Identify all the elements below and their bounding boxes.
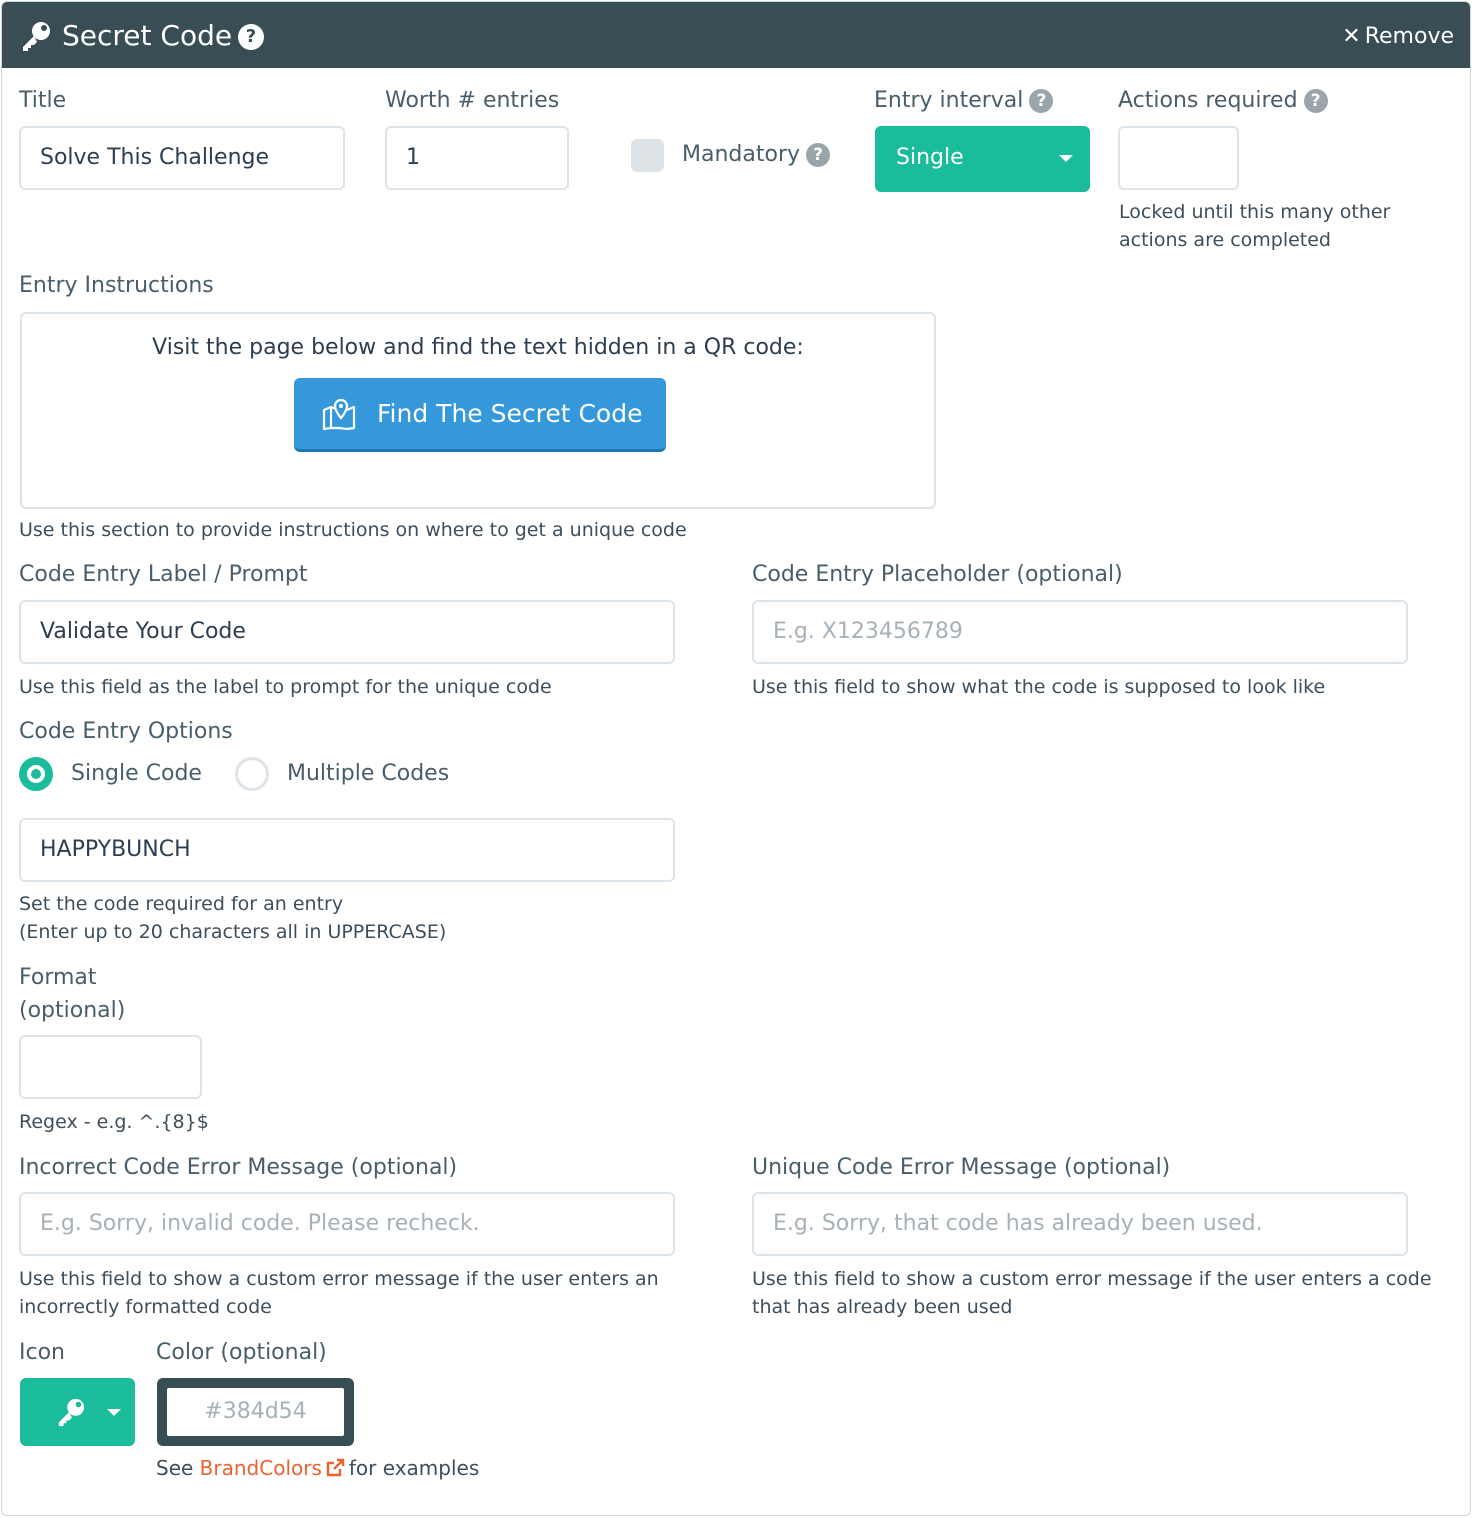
multiple-codes-label[interactable]: Multiple Codes	[287, 759, 449, 789]
chevron-down-icon	[1059, 155, 1073, 162]
instructions-text: Visit the page below and find the text h…	[152, 335, 804, 360]
find-secret-code-button[interactable]: Find The Secret Code	[294, 378, 666, 452]
title-input[interactable]: Solve This Challenge	[19, 126, 345, 190]
secret-code-panel: Secret Code ? ✕ Remove Title Solve This C…	[1, 1, 1471, 1516]
code-entry-options-title: Code Entry Options	[19, 719, 233, 744]
secret-code-hint-2: (Enter up to 20 characters all in UPPERC…	[19, 921, 447, 943]
key-icon	[23, 22, 50, 51]
worth-input[interactable]: 1	[385, 126, 569, 190]
worth-label: Worth # entries	[385, 88, 560, 113]
multiple-codes-radio[interactable]	[235, 757, 269, 791]
entry-interval-select[interactable]: Single	[875, 126, 1090, 192]
actions-required-input[interactable]	[1118, 126, 1239, 190]
unique-code-error-title: Unique Code Error Message (optional)	[752, 1155, 1171, 1180]
chevron-down-icon	[107, 1409, 121, 1416]
unique-code-error-input[interactable]: E.g. Sorry, that code has already been u…	[752, 1192, 1408, 1256]
entry-interval-value: Single	[896, 145, 964, 170]
see-suffix: for examples	[348, 1456, 480, 1480]
code-entry-placeholder-input[interactable]: E.g. X123456789	[752, 600, 1408, 664]
panel-header: Secret Code ? ✕ Remove	[2, 2, 1470, 68]
unique-code-error-hint: Use this field to show a custom error me…	[752, 1268, 1432, 1318]
entry-instructions-label: Entry Instructions	[19, 273, 214, 298]
panel-title: Secret Code	[62, 19, 233, 52]
actions-required-label-text: Actions required	[1118, 88, 1298, 113]
secret-code-input[interactable]: HAPPYBUNCH	[19, 818, 675, 882]
entry-interval-label-text: Entry interval	[874, 88, 1024, 113]
code-entry-label-hint: Use this field as the label to prompt fo…	[19, 676, 552, 698]
entry-instructions-editor[interactable]: Visit the page below and find the text h…	[20, 312, 936, 509]
code-entry-placeholder-title: Code Entry Placeholder (optional)	[752, 562, 1123, 587]
remove-button[interactable]: ✕ Remove	[1342, 22, 1454, 52]
color-input[interactable]: #384d54	[167, 1388, 344, 1436]
entry-interval-label: Entry interval?	[874, 86, 1054, 116]
single-code-label[interactable]: Single Code	[71, 759, 202, 789]
incorrect-code-error-input[interactable]: E.g. Sorry, invalid code. Please recheck…	[19, 1192, 675, 1256]
entry-instructions-hint: Use this section to provide instructions…	[19, 519, 687, 541]
code-entry-placeholder-hint: Use this field to show what the code is …	[752, 676, 1326, 698]
mandatory-help-icon[interactable]: ?	[806, 143, 831, 167]
find-secret-code-label: Find The Secret Code	[377, 399, 643, 428]
actions-required-help-icon[interactable]: ?	[1303, 89, 1328, 113]
actions-required-hint: Locked until this many other actions are…	[1119, 201, 1391, 251]
key-icon	[58, 1398, 85, 1427]
icon-picker-button[interactable]	[20, 1378, 135, 1446]
code-entry-label-title: Code Entry Label / Prompt	[19, 562, 308, 587]
external-link-icon[interactable]	[325, 1458, 345, 1478]
format-input[interactable]	[19, 1035, 202, 1099]
incorrect-code-error-hint: Use this field to show a custom error me…	[19, 1268, 659, 1318]
incorrect-code-error-title: Incorrect Code Error Message (optional)	[19, 1155, 458, 1180]
remove-label: Remove	[1364, 24, 1454, 49]
color-label: Color (optional)	[156, 1340, 327, 1365]
mandatory-label-text: Mandatory	[682, 142, 801, 167]
color-swatch[interactable]: #384d54	[157, 1378, 354, 1446]
brandcolors-link[interactable]: BrandColors	[200, 1456, 322, 1480]
see-prefix: See	[156, 1456, 194, 1480]
radio-selected-dot	[31, 769, 41, 779]
format-label: Format	[19, 965, 97, 990]
map-marker-icon	[322, 398, 356, 430]
secret-code-hint-1: Set the code required for an entry	[19, 893, 344, 915]
single-code-radio[interactable]	[19, 757, 53, 791]
format-hint: Regex - e.g. ^.{8}$	[19, 1111, 209, 1133]
icon-label: Icon	[19, 1340, 65, 1365]
title-label: Title	[19, 88, 67, 113]
close-icon: ✕	[1342, 24, 1361, 49]
mandatory-checkbox[interactable]	[631, 139, 664, 172]
format-optional-label: (optional)	[19, 998, 126, 1023]
code-entry-label-input[interactable]: Validate Your Code	[19, 600, 675, 664]
actions-required-label: Actions required?	[1118, 86, 1328, 116]
mandatory-label: Mandatory?	[682, 140, 831, 170]
brandcolors-hint: See BrandColors for examples	[156, 1454, 479, 1482]
entry-interval-help-icon[interactable]: ?	[1029, 89, 1054, 113]
help-icon[interactable]: ?	[238, 24, 264, 50]
